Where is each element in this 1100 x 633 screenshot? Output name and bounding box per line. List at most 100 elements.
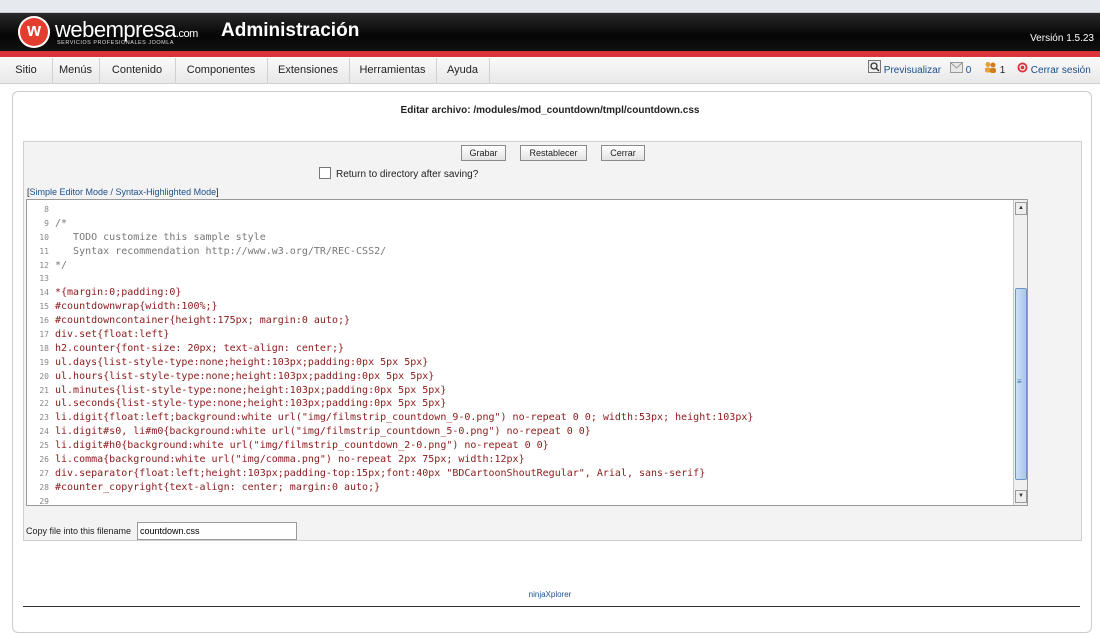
code-line: 17 div.set{float:left} <box>27 328 1012 342</box>
code-text: #countdownwrap{width:100%;} <box>55 301 218 313</box>
line-number: 18 <box>39 343 49 353</box>
editor-mode-toggle[interactable]: [Simple Editor Mode / Syntax-Highlighted… <box>27 187 219 197</box>
line-number: 14 <box>39 288 49 298</box>
line-number: 22 <box>39 399 49 409</box>
code-line: 9 /* <box>27 217 1012 231</box>
line-number: 21 <box>39 385 49 395</box>
code-line: 18 h2.counter{font-size: 20px; text-align… <box>27 342 1012 356</box>
code-line: 25 li.digit#h0{background:white url("img/… <box>27 439 1012 453</box>
close-button[interactable]: Cerrar <box>601 145 645 161</box>
line-number: 10 <box>39 232 49 242</box>
footer-divider <box>23 606 1080 607</box>
line-number: 25 <box>39 441 49 451</box>
menu-contenido[interactable]: Contenido <box>99 58 176 83</box>
return-to-directory-label: Return to directory after saving? <box>336 169 479 180</box>
code-line: 22 ul.seconds{list-style-type:none;height… <box>27 397 1012 411</box>
code-line: 26 li.comma{background:white url("img/com… <box>27 453 1012 467</box>
line-number: 20 <box>39 371 49 381</box>
menu-sitio[interactable]: Sitio <box>0 58 53 83</box>
ninjaxplorer-link[interactable]: ninjaXplorer <box>0 590 1100 599</box>
code-text: */ <box>55 259 68 271</box>
code-text: /* <box>55 217 68 229</box>
browser-top-strip <box>0 0 1100 13</box>
code-line: 20 ul.hours{list-style-type:none;height:1… <box>27 370 1012 384</box>
main-menu: Sitio Menús Contenido Componentes Extens… <box>0 58 1100 84</box>
copy-filename-label: Copy file into this filename <box>26 526 132 536</box>
line-number: 27 <box>39 468 49 478</box>
code-text: div.set{float:left} <box>55 329 170 341</box>
code-text: #counter_copyright{text-align: center; m… <box>55 481 381 493</box>
code-text: #countdowncontainer{height:175px; margin… <box>55 315 351 327</box>
code-line: 14 *{margin:0;padding:0} <box>27 286 1012 300</box>
line-number: 28 <box>39 482 49 492</box>
code-text: li.digit{float:left;background:white url… <box>55 412 754 424</box>
code-text: h2.counter{font-size: 20px; text-align: … <box>55 342 344 354</box>
menu-extensiones[interactable]: Extensiones <box>267 58 350 83</box>
return-to-directory-checkbox[interactable] <box>319 167 331 179</box>
code-line: 29 <box>27 495 1012 506</box>
version-label: Versión 1.5.23 <box>1030 33 1094 44</box>
code-line: 8 <box>27 203 1012 217</box>
code-lines: 8 9/* 10 TODO customize this sample style 1… <box>27 203 1012 506</box>
scroll-up-icon[interactable]: ▲ <box>1015 202 1027 215</box>
copy-filename-input[interactable] <box>137 522 297 540</box>
line-number: 24 <box>39 427 49 437</box>
admin-header: w webempresa.com SERVICIOS PROFESIONALES… <box>0 13 1100 51</box>
code-editor[interactable]: 8 9/* 10 TODO customize this sample style 1… <box>26 199 1028 506</box>
line-number: 12 <box>39 260 49 270</box>
users-online[interactable]: 1 <box>984 58 1005 83</box>
edit-file-title: Editar archivo: /modules/mod_countdown/t… <box>400 105 700 116</box>
code-line: 24 li.digit#s0, li#m0{background:white ur… <box>27 425 1012 439</box>
header-accent-bar <box>0 51 1100 57</box>
code-line: 16 #countdowncontainer{height:175px; marg… <box>27 314 1012 328</box>
line-number: 26 <box>39 455 49 465</box>
line-number: 9 <box>44 218 49 228</box>
code-text: ul.hours{list-style-type:none;height:103… <box>55 370 435 382</box>
magnifier-icon <box>868 58 881 83</box>
menu-menus[interactable]: Menús <box>52 58 100 83</box>
code-line: 13 <box>27 272 1012 286</box>
editor-mode-link[interactable]: Simple Editor Mode / Syntax-Highlighted … <box>30 187 217 197</box>
code-line: 10 TODO customize this sample style <box>27 231 1012 245</box>
envelope-icon <box>950 58 963 83</box>
code-line: 12 */ <box>27 259 1012 273</box>
code-line: 15 #countdownwrap{width:100%;} <box>27 300 1012 314</box>
logout-link[interactable]: Cerrar sesión <box>1017 58 1091 83</box>
menu-componentes[interactable]: Componentes <box>175 58 268 83</box>
code-text: ul.seconds{list-style-type:none;height:1… <box>55 398 447 410</box>
preview-link[interactable]: Previsualizar <box>868 58 941 83</box>
line-number: 23 <box>39 413 49 423</box>
code-text: div.separator{float:left;height:103px;pa… <box>55 467 706 479</box>
code-text: Syntax recommendation http://www.w3.org/… <box>55 245 387 257</box>
code-text: li.digit#s0, li#m0{background:white url(… <box>55 426 591 438</box>
menu-ayuda[interactable]: Ayuda <box>436 58 490 83</box>
code-line: 19 ul.days{list-style-type:none;height:10… <box>27 356 1012 370</box>
code-text: TODO customize this sample style <box>55 231 266 243</box>
code-text: ul.minutes{list-style-type:none;height:1… <box>55 384 447 396</box>
code-text: *{margin:0;padding:0} <box>55 287 182 299</box>
line-number: 15 <box>39 302 49 312</box>
code-line: 23 li.digit{float:left;background:white u… <box>27 411 1012 425</box>
power-icon <box>1017 58 1028 83</box>
messages-link[interactable]: 0 <box>950 58 971 83</box>
grip-icon: ≡ <box>1017 377 1022 386</box>
page-title: Administración <box>221 20 360 41</box>
save-button[interactable]: Grabar <box>461 145 506 161</box>
menu-herramientas[interactable]: Herramientas <box>349 58 437 83</box>
code-text: li.comma{background:white url("img/comma… <box>55 454 525 466</box>
code-line: 28 #counter_copyright{text-align: center;… <box>27 481 1012 495</box>
line-number: 29 <box>39 496 49 506</box>
scroll-down-icon[interactable]: ▼ <box>1015 490 1027 503</box>
reset-button[interactable]: Restablecer <box>520 145 587 161</box>
line-number: 17 <box>39 330 49 340</box>
line-number: 13 <box>39 274 49 284</box>
line-number: 16 <box>39 316 49 326</box>
editor-scrollbar[interactable]: ▲ ≡ ▼ <box>1013 200 1027 505</box>
code-line: 27 div.separator{float:left;height:103px;… <box>27 467 1012 481</box>
users-icon <box>984 58 997 83</box>
code-text: ul.days{list-style-type:none;height:103p… <box>55 356 429 368</box>
line-number: 19 <box>39 357 49 367</box>
webempresa-logo-icon: w <box>18 16 50 48</box>
brand-tagline: SERVICIOS PROFESIONALES JOOMLA <box>57 40 174 46</box>
line-number: 11 <box>39 246 49 256</box>
